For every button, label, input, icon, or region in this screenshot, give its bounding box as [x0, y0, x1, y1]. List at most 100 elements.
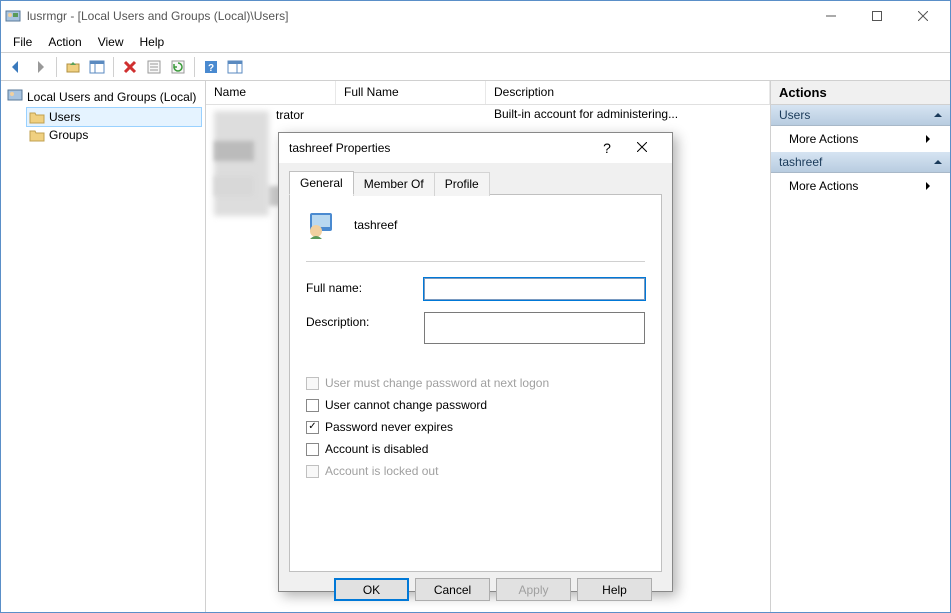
- help-button[interactable]: Help: [577, 578, 652, 601]
- collapse-icon: [934, 155, 942, 169]
- window-title: lusrmgr - [Local Users and Groups (Local…: [27, 9, 808, 23]
- back-button[interactable]: [5, 56, 27, 78]
- dialog-title: tashreef Properties: [289, 141, 592, 155]
- user-icon: [306, 209, 338, 241]
- ok-button[interactable]: OK: [334, 578, 409, 601]
- check-label: User must change password at next logon: [325, 376, 549, 390]
- tree-users-label: Users: [49, 110, 80, 124]
- more-actions-tashreef[interactable]: More Actions: [771, 173, 950, 199]
- menu-view[interactable]: View: [90, 33, 132, 51]
- column-fullname[interactable]: Full Name: [336, 81, 486, 104]
- menu-file[interactable]: File: [5, 33, 40, 51]
- description-input[interactable]: [424, 312, 645, 344]
- cell-description: Built-in account for administering...: [486, 105, 770, 125]
- check-account-locked-out: Account is locked out: [306, 464, 645, 478]
- forward-button[interactable]: [29, 56, 51, 78]
- refresh-button[interactable]: [167, 56, 189, 78]
- more-actions-users[interactable]: More Actions: [771, 126, 950, 152]
- chevron-right-icon: [924, 179, 932, 193]
- lusrmgr-icon: [7, 87, 23, 106]
- checkbox-icon: [306, 421, 319, 434]
- fullname-row: Full name:: [306, 278, 645, 300]
- delete-button[interactable]: [119, 56, 141, 78]
- help-button[interactable]: ?: [200, 56, 222, 78]
- tree-groups-label: Groups: [49, 128, 88, 142]
- user-header: tashreef: [306, 209, 645, 262]
- column-description[interactable]: Description: [486, 81, 770, 104]
- tab-general[interactable]: General: [289, 171, 354, 195]
- tree-item-groups[interactable]: Groups: [27, 126, 201, 144]
- list-header: Name Full Name Description: [206, 81, 770, 105]
- cell-fullname: [336, 105, 486, 125]
- folder-icon: [29, 128, 45, 142]
- tree-panel: Local Users and Groups (Local) Users Gro…: [1, 81, 206, 612]
- chevron-right-icon: [924, 132, 932, 146]
- more-actions-label: More Actions: [789, 179, 858, 193]
- show-hide-tree-button[interactable]: [86, 56, 108, 78]
- redacted-content: [214, 111, 269, 216]
- window-controls: [808, 1, 946, 31]
- dialog-close-button[interactable]: [622, 141, 662, 155]
- actions-title: Actions: [771, 81, 950, 105]
- close-button[interactable]: [900, 1, 946, 31]
- maximize-button[interactable]: [854, 1, 900, 31]
- folder-icon: [29, 110, 45, 124]
- dialog-help-button[interactable]: ?: [592, 140, 622, 156]
- tab-profile[interactable]: Profile: [434, 172, 490, 196]
- window-titlebar: lusrmgr - [Local Users and Groups (Local…: [1, 1, 950, 31]
- fullname-input[interactable]: [424, 278, 645, 300]
- fullname-label: Full name:: [306, 278, 424, 295]
- properties-dialog: tashreef Properties ? General Member Of …: [278, 132, 673, 592]
- redacted-content: [214, 176, 254, 196]
- check-password-never-expires[interactable]: Password never expires: [306, 420, 645, 434]
- list-row[interactable]: trator Built-in account for administerin…: [206, 105, 770, 125]
- dialog-titlebar[interactable]: tashreef Properties ?: [279, 133, 672, 163]
- minimize-button[interactable]: [808, 1, 854, 31]
- tab-member-of[interactable]: Member Of: [353, 172, 435, 196]
- description-label: Description:: [306, 312, 424, 329]
- column-name[interactable]: Name: [206, 81, 336, 104]
- toolbar: ?: [1, 53, 950, 81]
- svg-text:?: ?: [208, 63, 214, 74]
- checkbox-icon: [306, 443, 319, 456]
- app-icon: [5, 8, 21, 24]
- dialog-body: General Member Of Profile tashreef Full …: [279, 163, 672, 611]
- menu-help[interactable]: Help: [132, 33, 173, 51]
- tab-content-general: tashreef Full name: Description: User mu…: [289, 194, 662, 572]
- check-cannot-change-password[interactable]: User cannot change password: [306, 398, 645, 412]
- actions-section-label: tashreef: [779, 155, 822, 169]
- redacted-content: [214, 141, 254, 161]
- actions-panel: Actions Users More Actions tashreef More…: [770, 81, 950, 612]
- collapse-icon: [934, 108, 942, 122]
- checkbox-icon: [306, 465, 319, 478]
- cancel-button[interactable]: Cancel: [415, 578, 490, 601]
- more-actions-label: More Actions: [789, 132, 858, 146]
- toolbar-separator: [56, 57, 57, 77]
- up-folder-button[interactable]: [62, 56, 84, 78]
- tree-root-node[interactable]: Local Users and Groups (Local): [5, 85, 201, 108]
- check-label: Account is locked out: [325, 464, 438, 478]
- show-hide-action-pane-button[interactable]: [224, 56, 246, 78]
- description-row: Description:: [306, 312, 645, 344]
- menu-action[interactable]: Action: [40, 33, 89, 51]
- check-label: User cannot change password: [325, 398, 487, 412]
- check-label: Account is disabled: [325, 442, 428, 456]
- tree-root-label: Local Users and Groups (Local): [27, 90, 196, 104]
- checkbox-icon: [306, 377, 319, 390]
- dialog-buttons: OK Cancel Apply Help: [289, 572, 662, 601]
- username-display: tashreef: [354, 218, 397, 232]
- check-account-disabled[interactable]: Account is disabled: [306, 442, 645, 456]
- tree-item-users[interactable]: Users: [27, 108, 201, 126]
- actions-section-tashreef[interactable]: tashreef: [771, 152, 950, 173]
- properties-button[interactable]: [143, 56, 165, 78]
- actions-section-users[interactable]: Users: [771, 105, 950, 126]
- actions-section-label: Users: [779, 108, 810, 122]
- toolbar-separator: [113, 57, 114, 77]
- checkbox-icon: [306, 399, 319, 412]
- check-must-change-password: User must change password at next logon: [306, 376, 645, 390]
- check-label: Password never expires: [325, 420, 453, 434]
- menubar: File Action View Help: [1, 31, 950, 53]
- toolbar-separator: [194, 57, 195, 77]
- dialog-tabs: General Member Of Profile: [289, 171, 662, 195]
- apply-button[interactable]: Apply: [496, 578, 571, 601]
